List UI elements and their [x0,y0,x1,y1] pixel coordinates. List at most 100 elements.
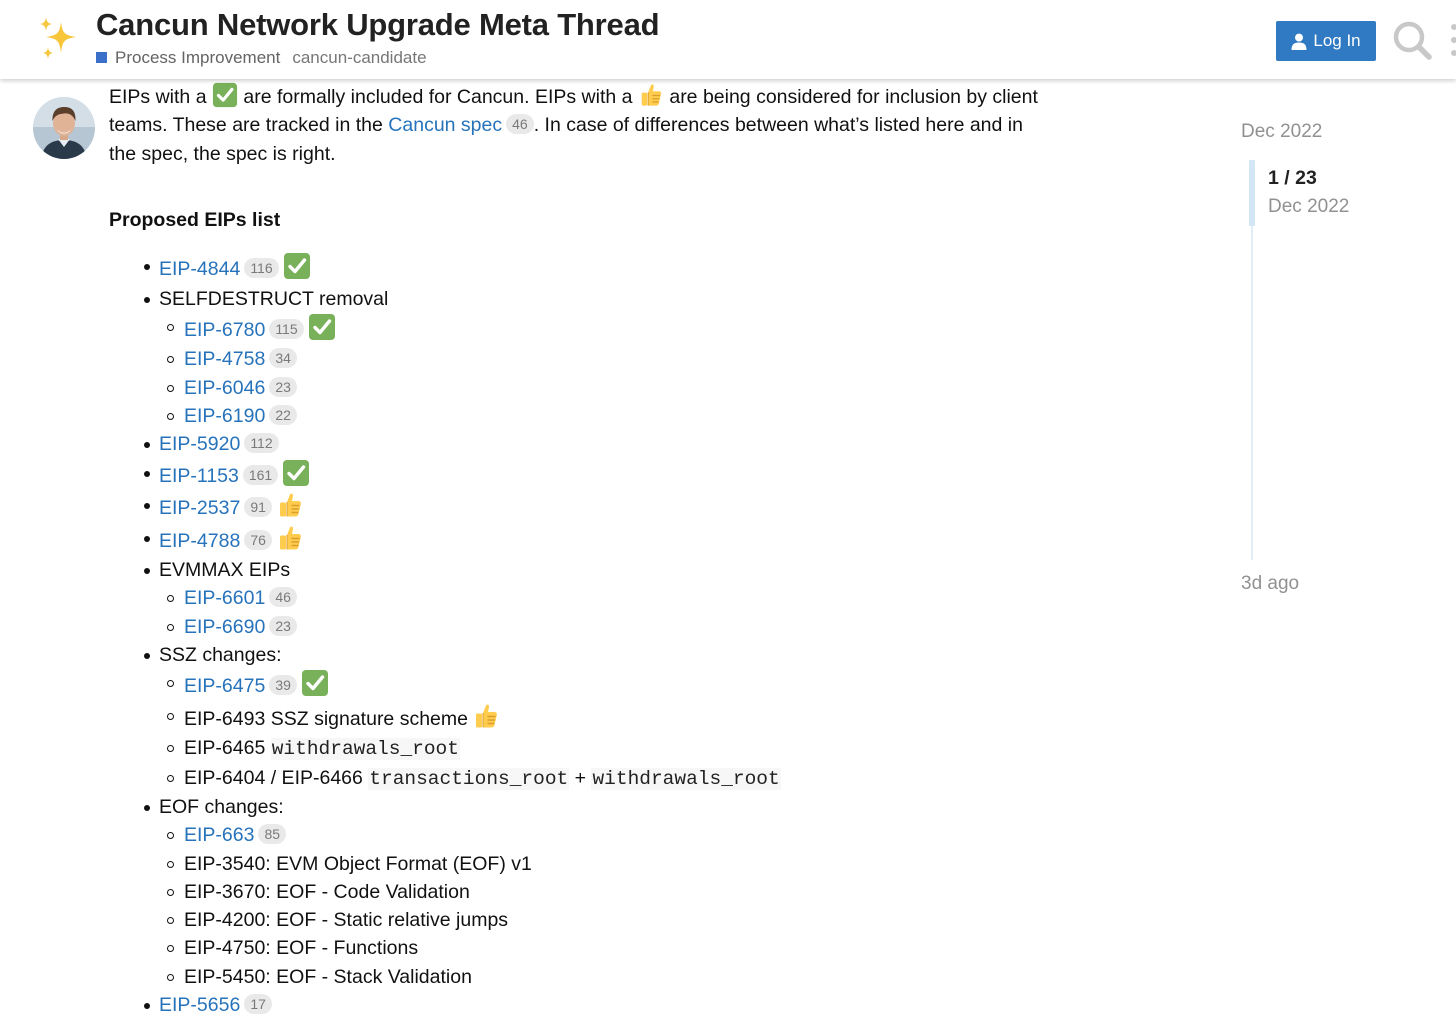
eip-link[interactable]: EIP-4758 [184,348,265,370]
thumbs-up-icon [638,82,664,108]
list-item: EIP-6601 46 [109,584,1039,612]
list-item-text: EOF changes: [159,795,284,818]
timeline-position: 1 / 23 [1268,167,1317,189]
eip-link[interactable]: EIP-6690 [184,616,265,638]
eip-link[interactable]: EIP-5920 [159,433,240,455]
list-item: EIP-1153 161 [109,459,1039,492]
thumbs-up-icon [472,702,500,730]
check-mark-icon [308,313,336,341]
eip-link[interactable]: EIP-1153 [159,465,239,487]
sub-list: EIP-6780 115 EIP-4758 34 EIP-6046 23 EIP-61… [159,313,1039,430]
post-body: EIPs with a are formally included for Ca… [109,82,1039,1019]
sub-list: EIP-6475 39 EIP-6493 SSZ signature scheme… [159,669,1039,793]
list-item: EIP-6465 withdrawals_root [109,734,1039,763]
user-icon [1291,33,1307,50]
link-click-count: 112 [244,433,279,454]
category-label: Process Improvement [115,48,281,67]
link-click-count: 46 [506,114,534,135]
sparkles-icon[interactable] [34,14,84,64]
page-title: Cancun Network Upgrade Meta Thread [96,7,660,42]
list-item: EIP-4844 116 [109,252,1039,285]
proposed-eips-heading: Proposed EIPs list [109,208,281,231]
link-click-count: 116 [244,258,279,279]
check-mark-icon [301,669,329,697]
list-item: SSZ changes: EIP-6475 39 EIP-6493 SSZ sig… [109,641,1039,793]
list-item-text: EIP-6493 SSZ signature scheme [184,707,468,730]
topic-meta: Process Improvement cancun-candidate [96,48,427,68]
list-item: EIP-3670: EOF - Code Validation [109,878,1039,906]
list-item: EIP-6493 SSZ signature scheme [109,702,1039,735]
list-item-text: SSZ changes: [159,644,282,667]
list-item-text: SELFDESTRUCT removal [159,287,389,310]
list-item-text: EIP-6404 / EIP-6466 [184,766,363,789]
list-item: EOF changes: EIP-663 85 EIP-3540: EVM Obj… [109,793,1039,991]
eip-link[interactable]: EIP-5656 [159,994,240,1016]
login-button[interactable]: Log In [1276,21,1376,61]
list-item: EIP-6046 23 [109,374,1039,402]
thumbs-up-icon [276,491,304,519]
eip-link[interactable]: EIP-2537 [159,497,240,519]
link-click-count: 115 [269,318,304,339]
list-item: EIP-5656 17 [109,991,1039,1019]
list-item-text: EVMMAX EIPs [159,559,291,582]
code-snippet: transactions_root [368,767,570,790]
link-click-count: 91 [244,497,272,518]
list-item: EIP-4788 76 [109,524,1039,557]
link-click-count: 76 [244,529,272,550]
link-click-count: 39 [269,675,297,696]
intro-paragraph: EIPs with a are formally included for Ca… [109,82,1039,168]
list-item: EIP-5920 112 [109,430,1039,458]
list-item: EIP-6190 22 [109,402,1039,430]
list-item-text: EIP-6465 [184,737,266,760]
avatar[interactable] [33,97,95,159]
list-item: EIP-6780 115 [109,313,1039,346]
link-click-count: 22 [269,405,297,426]
eip-list: EIP-4844 116 SELFDESTRUCT removal EIP-678… [109,252,1039,1019]
topic-header: Cancun Network Upgrade Meta Thread Proce… [0,0,1456,79]
intro-text: are formally included for Cancun. EIPs w… [243,86,633,108]
eip-link[interactable]: EIP-4844 [159,258,240,280]
list-item-text: EIP-4200: EOF - Static relative jumps [184,909,509,932]
link-click-count: 85 [258,824,287,845]
category-color-square [96,52,107,63]
timeline-start-date[interactable]: Dec 2022 [1241,121,1322,143]
eip-link[interactable]: EIP-6190 [184,405,265,427]
code-snippet: withdrawals_root [591,767,781,790]
list-item-text: EIP-4750: EOF - Functions [184,937,419,960]
sub-list: EIP-663 85 EIP-3540: EVM Object Format (E… [159,821,1039,991]
eip-link[interactable]: EIP-6046 [184,377,265,399]
eip-link[interactable]: EIP-6475 [184,675,265,697]
eip-link[interactable]: EIP-663 [184,824,254,846]
eip-link[interactable]: EIP-4788 [159,530,240,552]
check-mark-icon [212,82,238,108]
tag-link[interactable]: cancun-candidate [292,48,426,67]
list-item: EVMMAX EIPs EIP-6601 46 EIP-6690 23 [109,556,1039,641]
list-item: EIP-6404 / EIP-6466 transactions_root + … [109,764,1039,793]
menu-dots-icon[interactable] [1446,22,1456,58]
list-item: EIP-4750: EOF - Functions [109,934,1039,962]
timeline-handle[interactable] [1249,160,1255,226]
list-item-text: EIP-3670: EOF - Code Validation [184,880,470,903]
list-item: EIP-4200: EOF - Static relative jumps [109,906,1039,934]
plus-sign: + [574,766,587,789]
list-item: EIP-6690 23 [109,613,1039,641]
eip-link[interactable]: EIP-6601 [184,587,265,609]
login-label: Log In [1313,31,1361,50]
sub-list: EIP-6601 46 EIP-6690 23 [159,584,1039,641]
link-click-count: 23 [269,615,297,636]
link-click-count: 23 [269,376,297,397]
eip-link[interactable]: EIP-6780 [184,319,265,341]
list-item-text: EIP-5450: EOF - Stack Validation [184,965,472,988]
code-snippet: withdrawals_root [270,738,460,761]
check-mark-icon [283,252,311,280]
link-click-count: 34 [269,348,297,369]
list-item-text: EIP-3540: EVM Object Format (EOF) v1 [184,852,532,875]
list-item: EIP-2537 91 [109,491,1039,524]
timeline-position-date: Dec 2022 [1268,196,1350,217]
timeline-end-date[interactable]: 3d ago [1241,573,1299,595]
category-link[interactable]: Process Improvement [96,48,280,67]
list-item: EIP-5450: EOF - Stack Validation [109,963,1039,991]
cancun-spec-link[interactable]: Cancun spec [388,114,502,136]
link-click-count: 17 [244,994,272,1015]
search-icon[interactable] [1390,18,1434,62]
